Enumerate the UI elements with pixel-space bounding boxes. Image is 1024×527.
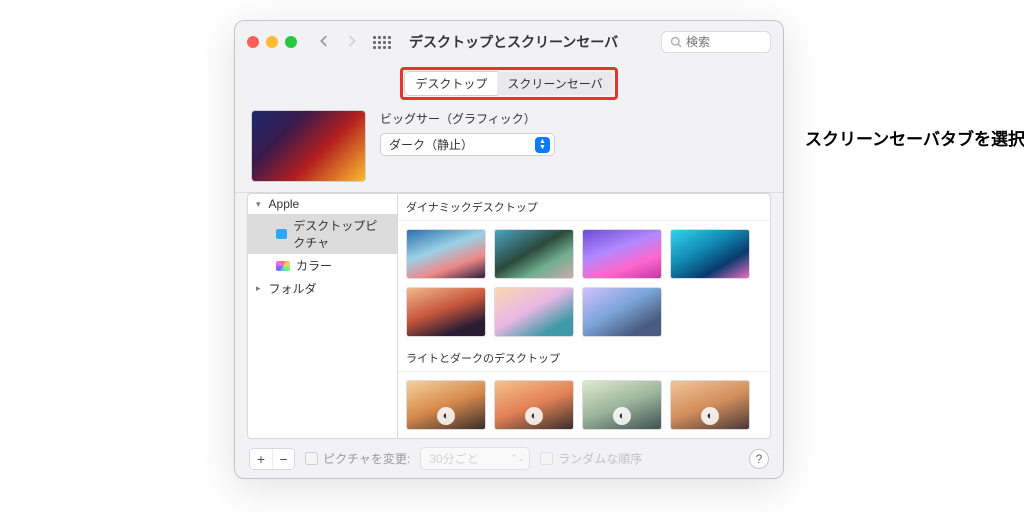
light-dark-icon: ◐ bbox=[437, 407, 455, 425]
change-interval-select[interactable]: 30分ごと ⌃⌄ bbox=[420, 447, 530, 470]
select-stepper-icon: ▲▼ bbox=[535, 137, 550, 153]
search-icon bbox=[670, 36, 682, 48]
tab-screensaver[interactable]: スクリーンセーバ bbox=[497, 72, 612, 95]
wallpaper-name: ビッグサー（グラフィック） bbox=[380, 110, 555, 127]
tab-desktop[interactable]: デスクトップ bbox=[405, 72, 497, 95]
minimize-icon[interactable] bbox=[266, 36, 278, 48]
dynamic-thumb-grid bbox=[398, 221, 770, 345]
folder-icon bbox=[276, 229, 287, 239]
light-dark-icon: ◐ bbox=[525, 407, 543, 425]
show-all-icon[interactable] bbox=[373, 36, 391, 49]
help-button[interactable]: ? bbox=[749, 449, 769, 469]
wallpaper-thumb[interactable] bbox=[494, 287, 574, 337]
change-picture-option: ピクチャを変更: bbox=[305, 450, 410, 467]
wallpaper-thumb[interactable]: ◐ bbox=[582, 380, 662, 430]
wallpaper-content[interactable]: ダイナミックデスクトップ ライトとダークのデスクトップ ◐ ◐ ◐ ◐ bbox=[397, 193, 771, 439]
add-folder-button[interactable]: + bbox=[250, 449, 272, 469]
add-remove-buttons: + − bbox=[249, 448, 295, 470]
body-split: Apple デスクトップピクチャ カラー フォルダ ダイナミックデスクトップ bbox=[235, 192, 783, 439]
window-title: デスクトップとスクリーンセーバ bbox=[409, 32, 618, 52]
appearance-mode-select[interactable]: ダーク（静止） ▲▼ bbox=[380, 133, 555, 156]
color-wheel-icon bbox=[276, 261, 290, 271]
light-dark-icon: ◐ bbox=[701, 407, 719, 425]
window-controls bbox=[247, 36, 297, 48]
instruction-annotation: スクリーンセーバタブを選択 bbox=[805, 125, 1024, 150]
search-field[interactable] bbox=[661, 31, 771, 53]
sidebar-item-colors[interactable]: カラー bbox=[248, 254, 397, 277]
sidebar-group-folder[interactable]: フォルダ bbox=[248, 277, 397, 300]
section-lightdark-label: ライトとダークのデスクトップ bbox=[398, 345, 770, 372]
random-order-checkbox[interactable] bbox=[540, 452, 553, 465]
wallpaper-preview bbox=[251, 110, 366, 182]
zoom-icon[interactable] bbox=[285, 36, 297, 48]
sidebar-item-desktop-pictures[interactable]: デスクトップピクチャ bbox=[248, 214, 397, 254]
close-icon[interactable] bbox=[247, 36, 259, 48]
wallpaper-thumb[interactable]: ◐ bbox=[406, 380, 486, 430]
sidebar-group-apple[interactable]: Apple bbox=[248, 194, 397, 214]
search-input[interactable] bbox=[686, 35, 756, 49]
light-dark-icon: ◐ bbox=[613, 407, 631, 425]
tab-bar-highlight: デスクトップ スクリーンセーバ bbox=[400, 67, 617, 100]
lightdark-thumb-grid: ◐ ◐ ◐ ◐ bbox=[398, 372, 770, 438]
back-button[interactable] bbox=[317, 34, 331, 51]
random-order-option: ランダムな順序 bbox=[540, 450, 642, 467]
wallpaper-thumb[interactable]: ◐ bbox=[494, 380, 574, 430]
wallpaper-thumb[interactable] bbox=[406, 229, 486, 279]
section-dynamic-label: ダイナミックデスクトップ bbox=[398, 194, 770, 221]
wallpaper-thumb[interactable] bbox=[582, 287, 662, 337]
preview-row: ビッグサー（グラフィック） ダーク（静止） ▲▼ bbox=[235, 110, 783, 192]
remove-folder-button[interactable]: − bbox=[272, 449, 294, 469]
select-stepper-icon: ⌃⌄ bbox=[510, 453, 525, 464]
wallpaper-thumb[interactable] bbox=[494, 229, 574, 279]
change-picture-checkbox[interactable] bbox=[305, 452, 318, 465]
preview-meta: ビッグサー（グラフィック） ダーク（静止） ▲▼ bbox=[380, 110, 555, 156]
footer: + − ピクチャを変更: 30分ごと ⌃⌄ ランダムな順序 ? bbox=[235, 439, 783, 478]
preferences-window: デスクトップとスクリーンセーバ デスクトップ スクリーンセーバ ビッグサー（グラ… bbox=[234, 20, 784, 479]
wallpaper-thumb[interactable] bbox=[582, 229, 662, 279]
change-picture-label: ピクチャを変更: bbox=[323, 450, 410, 467]
forward-button[interactable] bbox=[345, 34, 359, 51]
titlebar: デスクトップとスクリーンセーバ bbox=[235, 21, 783, 63]
wallpaper-thumb[interactable] bbox=[406, 287, 486, 337]
random-order-label: ランダムな順序 bbox=[558, 450, 642, 467]
wallpaper-thumb[interactable] bbox=[670, 229, 750, 279]
nav-back-forward bbox=[313, 34, 363, 51]
wallpaper-thumb[interactable]: ◐ bbox=[670, 380, 750, 430]
appearance-mode-value: ダーク（静止） bbox=[389, 136, 473, 153]
source-sidebar: Apple デスクトップピクチャ カラー フォルダ bbox=[247, 193, 397, 439]
